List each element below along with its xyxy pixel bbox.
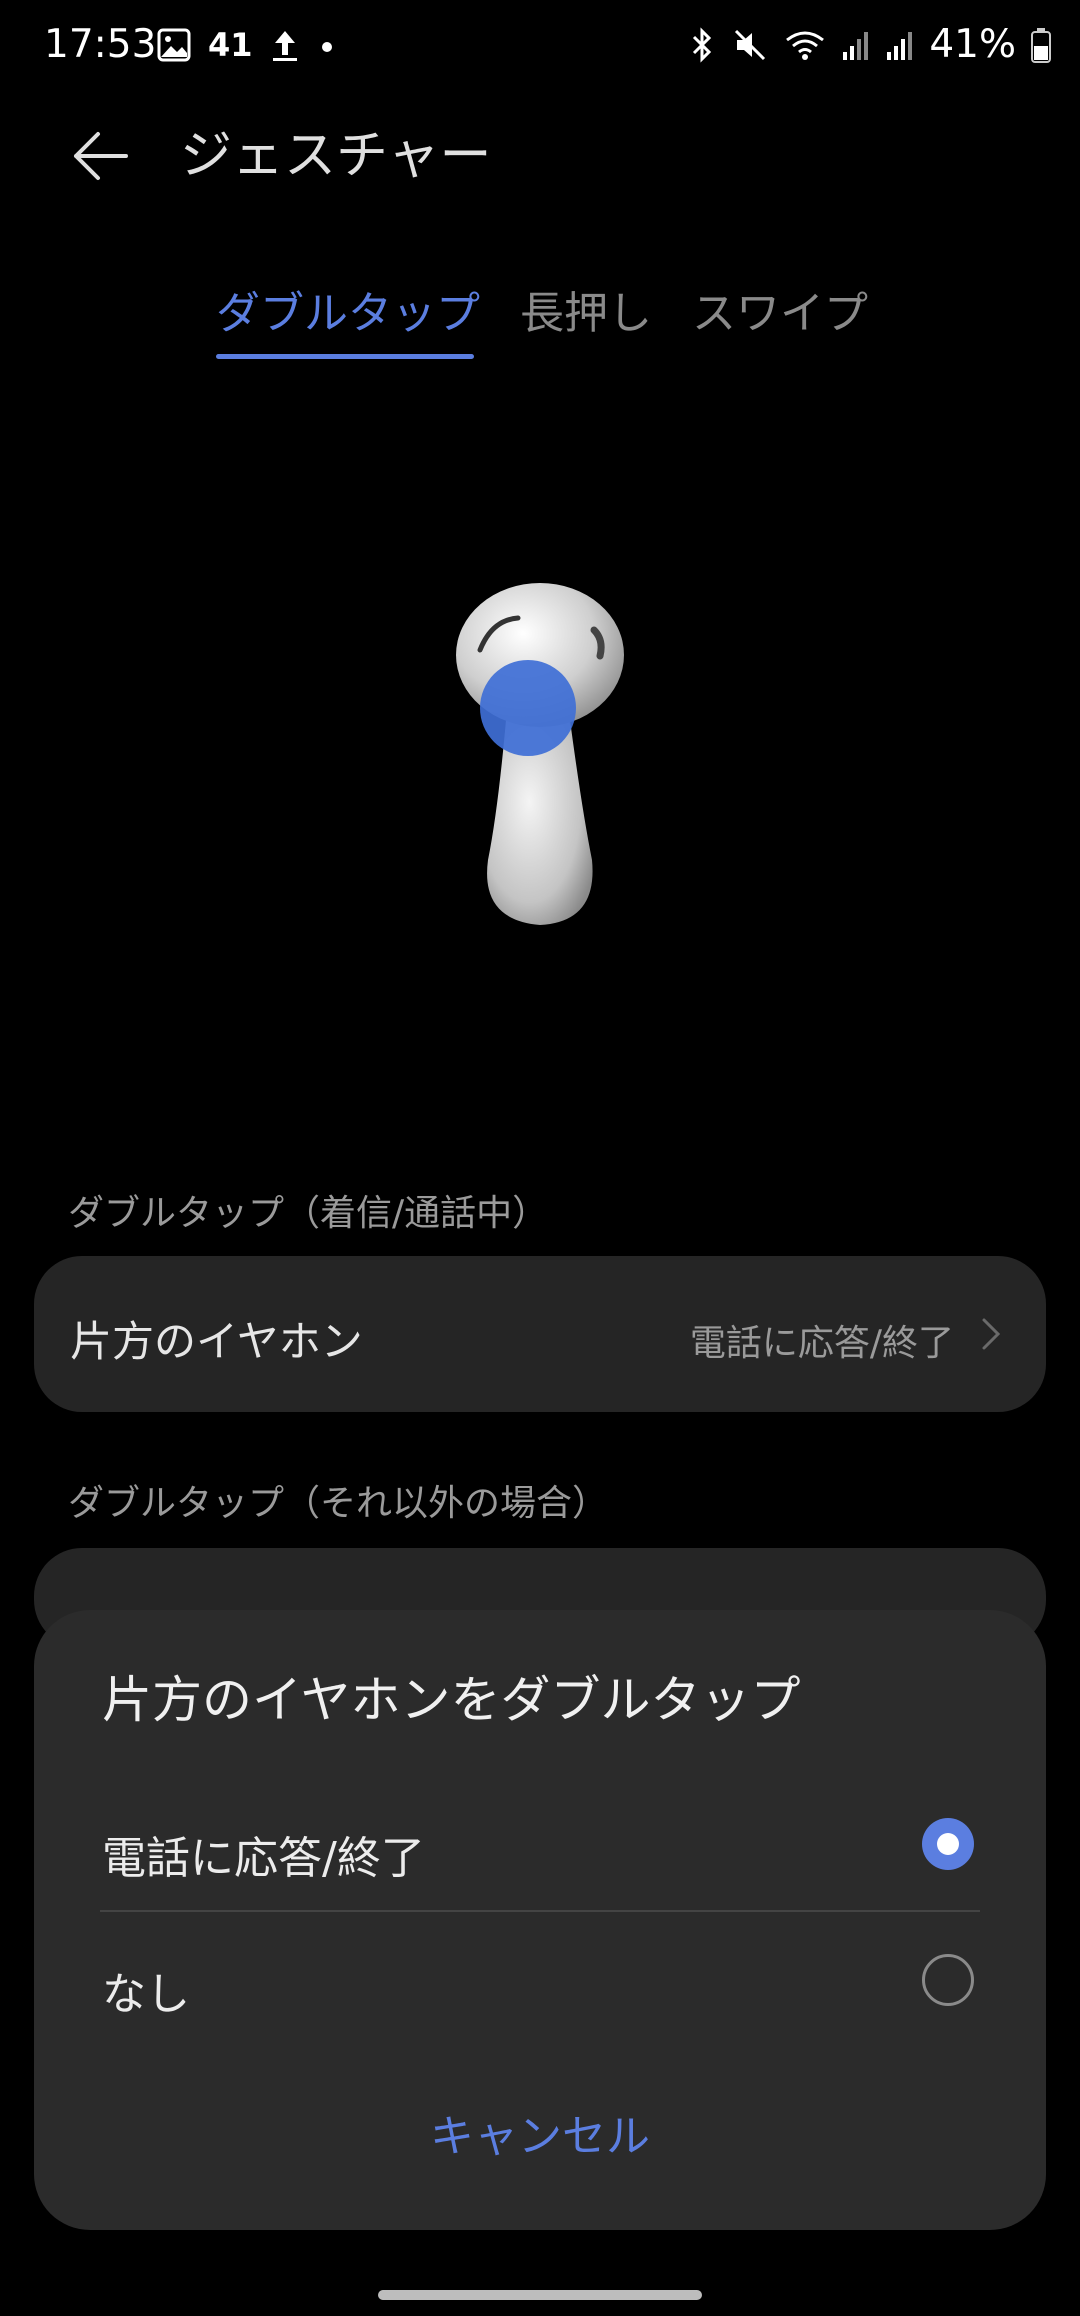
wifi-icon	[786, 31, 825, 60]
option-answer-end-call[interactable]: 電話に応答/終了	[34, 1780, 1046, 1910]
radio-button-selected[interactable]	[922, 1818, 974, 1870]
section-label-incoming-call: ダブルタップ（着信/通話中）	[68, 1193, 549, 1234]
cancel-button[interactable]: キャンセル	[34, 2100, 1046, 2164]
dialog-title: 片方のイヤホンをダブルタップ	[102, 1671, 801, 1729]
tab-bar: ダブルタップ 長押し スワイプ	[0, 282, 1080, 362]
page-title: ジェスチャー	[180, 126, 492, 186]
battery-percent: 41%	[929, 22, 1016, 67]
back-button[interactable]	[64, 120, 136, 192]
option-label: なし	[102, 1969, 190, 2020]
screen: 17:53 41 41% ジェスチャー ダブルタップ 長押し スワイプ ダブルタ…	[0, 0, 1080, 2316]
tab-swipe[interactable]: スワイプ	[692, 282, 868, 346]
tab-active-indicator	[216, 354, 474, 359]
home-indicator[interactable]	[378, 2290, 702, 2300]
chevron-right-icon	[982, 1318, 1001, 1350]
tab-double-tap[interactable]: ダブルタップ	[216, 282, 480, 346]
bluetooth-icon	[693, 26, 712, 63]
radio-button-unselected[interactable]	[922, 1954, 974, 2006]
notification-count: 41	[208, 26, 253, 64]
signal-icon	[887, 31, 913, 60]
setting-row-label: 片方のイヤホン	[70, 1317, 363, 1366]
option-label: 電話に応答/終了	[102, 1833, 425, 1884]
status-bar: 17:53 41 41%	[0, 0, 1080, 96]
earbud-illustration	[456, 583, 624, 925]
image-icon	[157, 28, 191, 62]
battery-icon	[1031, 27, 1051, 63]
section-label-other-cases: ダブルタップ（それ以外の場合）	[68, 1483, 609, 1524]
option-dialog: 片方のイヤホンをダブルタップ 電話に応答/終了 なし キャンセル	[34, 1610, 1046, 2230]
back-arrow-icon	[74, 132, 128, 180]
tab-long-press[interactable]: 長押し	[520, 282, 652, 346]
divider	[100, 1910, 980, 1912]
status-time: 17:53	[44, 22, 157, 67]
signal-icon	[843, 31, 869, 60]
status-left-icons: 41	[156, 26, 337, 64]
mute-icon	[735, 29, 766, 60]
setting-row-one-earbud[interactable]: 片方のイヤホン 電話に応答/終了	[34, 1256, 1046, 1412]
status-right-icons: 41%	[687, 22, 1052, 67]
setting-row-value: 電話に応答/終了	[689, 1323, 954, 1364]
option-none[interactable]: なし	[34, 1916, 1046, 2046]
dot-icon	[321, 42, 332, 52]
upload-icon	[272, 31, 297, 61]
